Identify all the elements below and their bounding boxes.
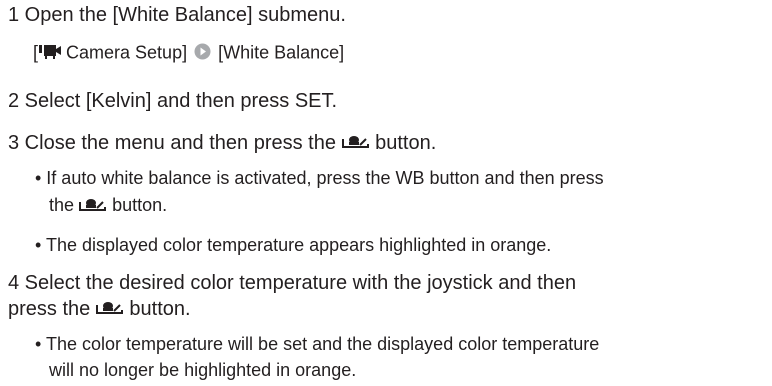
step-3-bullet-1-suffix: button. — [112, 195, 168, 215]
white-balance-set-icon — [95, 298, 124, 321]
step-2-title: 2 Select [Kelvin] and then press SET. — [8, 90, 338, 112]
step-3-title-prefix: 3 Close the menu and then press the — [8, 132, 336, 154]
menu-path-white-balance: [White Balance] — [213, 42, 345, 63]
step-3-bullet-1-line-1: • If auto white balance is activated, pr… — [35, 168, 604, 188]
white-balance-set-icon — [79, 196, 107, 217]
step-3-bullet-2: • The displayed color temperature appear… — [35, 235, 552, 255]
white-balance-set-icon — [341, 132, 370, 155]
arrow-circle-icon — [194, 43, 211, 65]
step-4-bullet-1-line-2: will no longer be highlighted in orange. — [49, 360, 357, 380]
step-4-title-line-1: 4 Select the desired color temperature w… — [8, 272, 577, 294]
step-4-bullet-1-line-1: • The color temperature will be set and … — [35, 334, 600, 354]
step-3-bullet-1-prefix: the — [49, 195, 75, 215]
movie-camera-icon — [39, 42, 62, 65]
step-1-title: 1 Open the [White Balance] submenu. — [8, 4, 346, 26]
step-3-title: 3 Close the menu and then press the butt… — [8, 132, 436, 155]
step-4-title-prefix: press the — [8, 298, 91, 320]
menu-path-camera-setup: Camera Setup] — [61, 42, 188, 63]
manual-page: 1 Open the [White Balance] submenu. [ Ca… — [0, 0, 772, 386]
step-4-title-suffix: button. — [129, 298, 191, 320]
step-3-bullet-1-line-2: the button. — [49, 195, 167, 217]
menu-path-bracket: [ — [33, 42, 39, 63]
menu-path: [ Camera Setup] [White Balance] — [33, 42, 344, 65]
step-3-title-suffix: button. — [375, 132, 437, 154]
step-4-title-line-2: press the button. — [8, 298, 191, 321]
